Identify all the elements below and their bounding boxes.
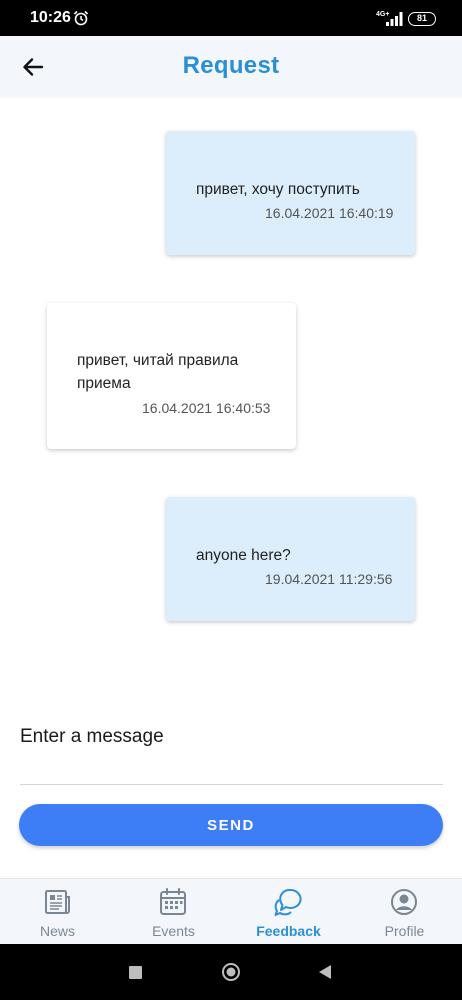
message-bubble-sent: привет, хочу поступить 16.04.2021 16:40:…: [166, 131, 415, 255]
newspaper-icon: [45, 890, 70, 914]
message-input-underline: [20, 784, 443, 785]
nav-item-news[interactable]: News: [0, 879, 115, 945]
account-circle-icon: [391, 889, 417, 915]
status-bar: 10:26 4G+ 81: [0, 0, 462, 36]
message-timestamp: 16.04.2021 16:40:53: [142, 400, 271, 416]
nav-item-profile[interactable]: Profile: [347, 879, 462, 945]
message-text-line: приема: [77, 375, 131, 392]
battery-indicator: 81: [408, 12, 436, 26]
battery-level: 81: [416, 13, 427, 23]
message-bubble-sent: anyone here? 19.04.2021 11:29:56: [166, 497, 415, 621]
nav-item-feedback[interactable]: Feedback: [231, 879, 346, 945]
page-title: Request: [182, 52, 280, 79]
message-input[interactable]: Enter a message: [20, 726, 164, 748]
nav-label: Events: [152, 923, 195, 939]
message-text: привет, читай правила приема: [77, 349, 238, 395]
system-back-button[interactable]: [318, 964, 332, 980]
status-time: 10:26: [30, 9, 71, 26]
nav-item-events[interactable]: Events: [116, 879, 231, 945]
app-header: Request: [0, 36, 462, 98]
message-text-line: привет, читай правила: [77, 352, 239, 369]
message-text-line: привет, хочу поступить: [196, 181, 360, 198]
send-button[interactable]: SEND: [19, 804, 443, 846]
nav-label: Feedback: [256, 923, 321, 939]
message-text-line: anyone here?: [196, 547, 291, 564]
nav-label: News: [39, 923, 75, 939]
message-timestamp: 19.04.2021 11:29:56: [265, 571, 393, 587]
calendar-icon: [160, 888, 186, 915]
nav-label: Profile: [384, 923, 425, 939]
alarm-clock-icon: [73, 10, 89, 26]
signal-strength-icon: [386, 12, 403, 26]
home-button[interactable]: [221, 962, 241, 982]
message-timestamp: 16.04.2021 16:40:19: [265, 205, 394, 221]
bottom-navigation: News Events Feedback Profile: [0, 878, 462, 944]
chat-bubbles-icon: [274, 888, 302, 916]
recent-apps-button[interactable]: [129, 966, 142, 979]
message-text: anyone here?: [196, 544, 291, 567]
message-text: привет, хочу поступить: [196, 178, 360, 201]
message-bubble-received: привет, читай правила приема 16.04.2021 …: [47, 303, 296, 449]
